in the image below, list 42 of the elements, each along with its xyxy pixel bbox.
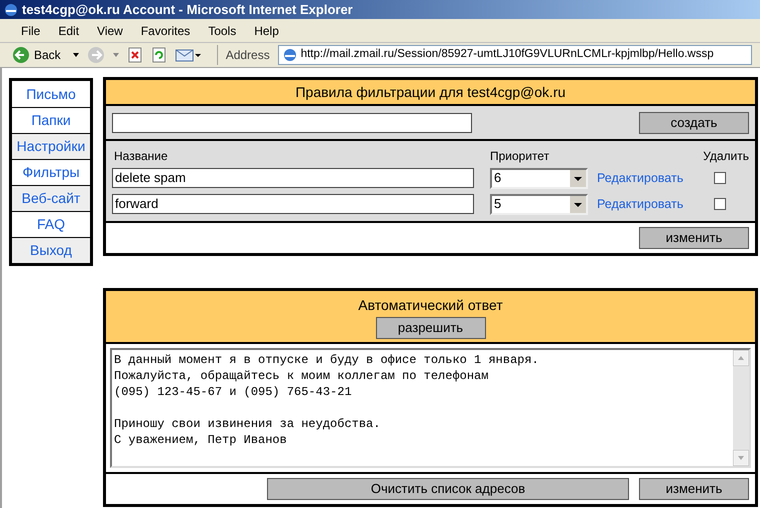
- clear-button[interactable]: Очистить список адресов: [267, 478, 629, 500]
- scrollbar[interactable]: [733, 350, 749, 466]
- create-button[interactable]: создать: [639, 112, 749, 134]
- name-field[interactable]: forward: [112, 194, 474, 214]
- scroll-down-icon[interactable]: [733, 450, 749, 466]
- menu-item[interactable]: Help: [245, 20, 288, 42]
- delete-checkbox[interactable]: [714, 198, 726, 210]
- browser-icon: [4, 2, 18, 16]
- menu-item[interactable]: Edit: [49, 20, 88, 42]
- column-header: Название: [113, 148, 169, 165]
- mail-icon[interactable]: [174, 47, 201, 63]
- message-field[interactable]: В данный момент я в отпуске и буду в офисе только 1 января. Пожалуйста, обращайтесь к моим коллегам по телефонам (095) 123-45-67 и (095) 765-43-21 Приношу свои извинения за неудобства. С уважением, Петр Иванов: [110, 348, 751, 468]
- address-label: Address: [226, 47, 270, 64]
- sidebar-link[interactable]: Выход: [12, 237, 90, 263]
- name-field[interactable]: delete spam: [112, 168, 474, 188]
- column-header: Приоритет: [490, 148, 550, 165]
- edit-link[interactable]: Редактировать: [597, 194, 697, 214]
- dropdown-arrow-icon[interactable]: [72, 53, 79, 57]
- update-button[interactable]: изменить: [639, 478, 749, 500]
- priority-dropdown[interactable]: 6: [490, 168, 588, 188]
- edit-link[interactable]: Редактировать: [597, 168, 697, 188]
- panel-header: Правила фильтрации для test4cgp@ok.ru: [106, 80, 755, 106]
- stop-icon[interactable]: [126, 47, 143, 63]
- window-title: test4cgp@ok.ru Account - Microsoft Internet Explorer: [22, 0, 353, 19]
- sidebar-link[interactable]: Настройки: [12, 133, 90, 159]
- input-field[interactable]: [112, 112, 472, 132]
- page-icon: [282, 48, 297, 62]
- menu-item[interactable]: Tools: [199, 20, 246, 42]
- scroll-up-icon[interactable]: [733, 350, 749, 366]
- sidebar-link[interactable]: Веб-сайт: [12, 185, 90, 211]
- menu-item[interactable]: File: [12, 20, 50, 42]
- update-button[interactable]: изменить: [639, 227, 749, 249]
- address-field[interactable]: http://mail.zmail.ru/Session/85927-umtLJ10fG9VLURnLCMLr-kpjmlbp/Hello.wssp: [278, 45, 752, 65]
- menu-item[interactable]: Favorites: [132, 20, 200, 42]
- refresh-icon[interactable]: [150, 47, 167, 63]
- panel-header: Автоматический ответ: [358, 296, 503, 315]
- menu-item[interactable]: View: [88, 20, 132, 42]
- column-header: Удалить: [703, 148, 749, 165]
- back-button[interactable]: Back: [8, 46, 65, 64]
- priority-dropdown[interactable]: 5: [490, 194, 588, 214]
- delete-checkbox[interactable]: [714, 172, 726, 184]
- enable-button[interactable]: разрешить: [376, 317, 486, 339]
